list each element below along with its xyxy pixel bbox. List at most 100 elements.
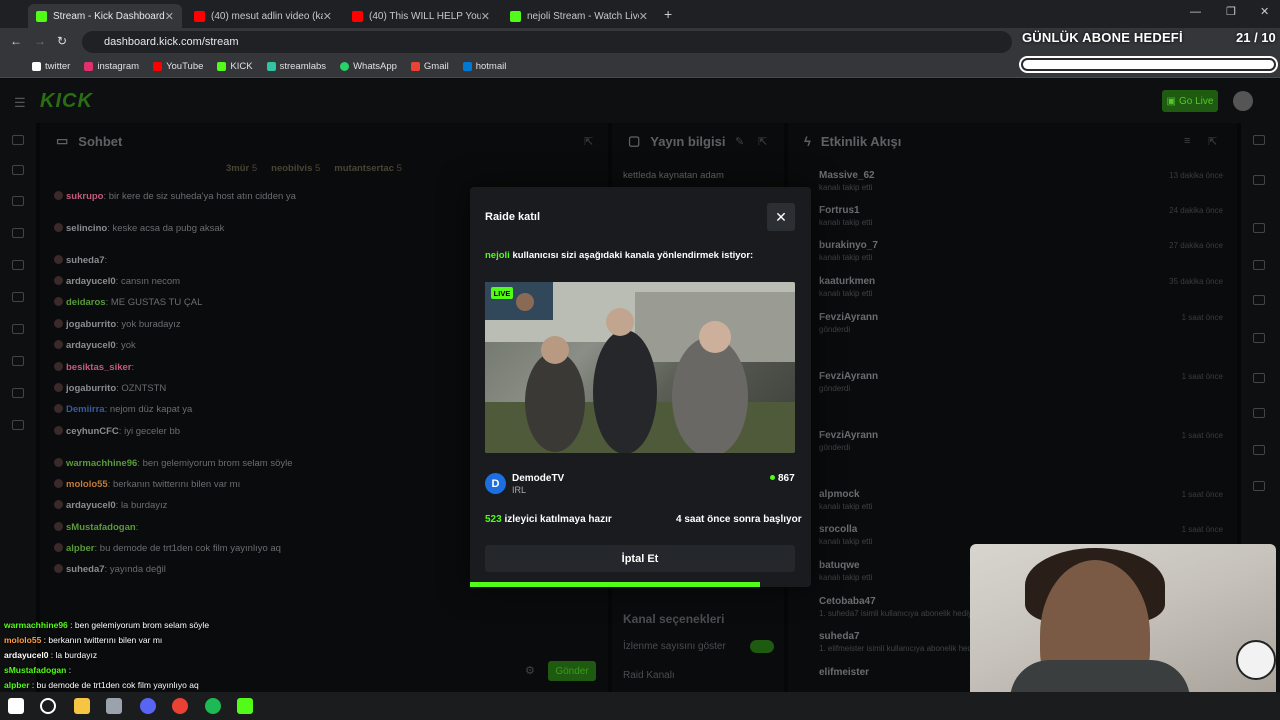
close-tab-icon[interactable]: ✕ <box>481 10 490 23</box>
windows-start-icon[interactable] <box>8 698 24 714</box>
close-tab-icon[interactable]: ✕ <box>165 10 174 23</box>
raid-stream-thumbnail[interactable] <box>485 282 795 453</box>
chat-username[interactable]: besiktas_siker <box>66 362 132 373</box>
menu-icon[interactable]: ☰ <box>14 95 26 111</box>
event-username[interactable]: FevziAyrann <box>819 430 878 441</box>
file-explorer-icon[interactable] <box>74 698 90 714</box>
spotify-icon[interactable] <box>205 698 221 714</box>
tab-title: nejoli Stream - Watch Live on Ki... <box>527 10 639 22</box>
kick-app-icon[interactable] <box>237 698 253 714</box>
event-username[interactable]: suheda7 <box>819 631 860 642</box>
bookmark-twitter[interactable]: twitter <box>32 61 70 72</box>
chat-username[interactable]: ardayucel0 <box>66 340 116 351</box>
new-tab-icon[interactable]: + <box>664 6 672 22</box>
event-username[interactable]: Fortrus1 <box>819 205 860 216</box>
rail-icon[interactable] <box>1253 223 1265 233</box>
send-button[interactable]: Gönder <box>548 661 596 681</box>
popout-icon[interactable]: ⇱ <box>758 135 767 148</box>
restore-icon[interactable]: ❐ <box>1226 5 1236 18</box>
event-username[interactable]: Massive_62 <box>819 170 875 181</box>
close-tab-icon[interactable]: ✕ <box>323 10 332 23</box>
rail-icon[interactable] <box>1253 295 1265 305</box>
rail-icon[interactable] <box>1253 373 1265 383</box>
rail-icon[interactable] <box>12 388 24 398</box>
rail-icon[interactable] <box>12 196 24 206</box>
app-icon[interactable] <box>106 698 122 714</box>
close-tab-icon[interactable]: ✕ <box>639 10 648 23</box>
user-badge-icon <box>54 191 63 200</box>
event-username[interactable]: kaaturkmen <box>819 276 875 287</box>
bookmark-youtube[interactable]: YouTube <box>153 61 203 72</box>
rail-icon[interactable] <box>1253 333 1265 343</box>
rail-icon[interactable] <box>12 356 24 366</box>
minimize-icon[interactable]: — <box>1190 6 1201 18</box>
chat-username[interactable]: alpber <box>66 543 95 554</box>
close-icon[interactable]: ✕ <box>767 203 795 231</box>
rail-icon[interactable] <box>1253 135 1265 145</box>
bookmark-gmail[interactable]: Gmail <box>410 61 449 72</box>
forward-icon[interactable]: → <box>34 34 46 48</box>
popout-icon[interactable]: ⇱ <box>584 135 593 148</box>
tab-youtube-2[interactable]: (40) This WILL HELP You SLEEP... ✕ <box>344 4 498 28</box>
close-window-icon[interactable]: ✕ <box>1260 5 1269 18</box>
channel-name[interactable]: DemodeTV <box>512 473 564 484</box>
event-username[interactable]: srocolla <box>819 524 857 535</box>
settings-gear-icon[interactable]: ⚙ <box>525 664 535 677</box>
event-username[interactable]: alpmock <box>819 489 860 500</box>
bookmark-instagram[interactable]: instagram <box>84 61 139 72</box>
bookmark-streamlabs[interactable]: streamlabs <box>266 61 326 72</box>
tab-kick-nejoli[interactable]: nejoli Stream - Watch Live on Ki... ✕ <box>502 4 656 28</box>
chat-username[interactable]: ardayucel0 <box>66 276 116 287</box>
back-icon[interactable]: ← <box>10 34 22 48</box>
chat-username[interactable]: jogaburrito <box>66 383 116 394</box>
chat-username[interactable]: sukrupo <box>66 191 103 202</box>
filter-icon[interactable]: ≡ <box>1184 135 1190 147</box>
chat-username[interactable]: jogaburrito <box>66 319 116 330</box>
chat-username[interactable]: mololo55 <box>66 479 108 490</box>
bookmark-kick[interactable]: KICK <box>217 61 253 72</box>
popout-icon[interactable]: ⇱ <box>1208 135 1217 148</box>
chat-username[interactable]: warmachhine96 <box>66 458 137 469</box>
rail-icon[interactable] <box>1253 481 1265 491</box>
rail-icon[interactable] <box>1253 408 1265 418</box>
bookmark-whatsapp[interactable]: WhatsApp <box>340 61 397 72</box>
rail-icon[interactable] <box>1253 260 1265 270</box>
tab-kick-dashboard[interactable]: Stream - Kick Dashboard ✕ <box>28 4 182 28</box>
kick-logo[interactable]: KICK <box>40 90 93 113</box>
show-viewers-toggle[interactable] <box>750 640 774 653</box>
event-username[interactable]: elifmeister <box>819 667 869 678</box>
chat-username[interactable]: selincino <box>66 223 107 234</box>
chat-username[interactable]: sMustafadogan <box>66 522 136 533</box>
rail-icon[interactable] <box>12 135 24 145</box>
event-username[interactable]: batuqwe <box>819 560 860 571</box>
edit-icon[interactable]: ✎ <box>735 135 744 148</box>
cancel-button[interactable]: İptal Et <box>485 545 795 572</box>
address-bar-input[interactable]: dashboard.kick.com/stream <box>82 31 1012 53</box>
avatar[interactable] <box>1233 91 1253 111</box>
reload-icon[interactable]: ↻ <box>57 34 67 48</box>
rail-icon[interactable] <box>12 165 24 175</box>
chat-username[interactable]: ceyhunCFC <box>66 426 119 437</box>
rail-icon[interactable] <box>1253 445 1265 455</box>
discord-icon[interactable] <box>140 698 156 714</box>
chat-username[interactable]: Demiirra <box>66 404 105 415</box>
rail-icon[interactable] <box>1253 175 1265 185</box>
search-icon[interactable] <box>40 698 56 714</box>
event-username[interactable]: burakinyo_7 <box>819 240 878 251</box>
rail-icon[interactable] <box>12 260 24 270</box>
go-live-button[interactable]: ▣ Go Live <box>1162 90 1218 112</box>
event-username[interactable]: FevziAyrann <box>819 312 878 323</box>
rail-icon[interactable] <box>12 292 24 302</box>
chrome-icon[interactable] <box>172 698 188 714</box>
chat-username[interactable]: suheda7 <box>66 255 105 266</box>
chat-username[interactable]: ardayucel0 <box>66 500 116 511</box>
bookmark-hotmail[interactable]: hotmail <box>462 61 506 72</box>
event-username[interactable]: FevziAyrann <box>819 371 878 382</box>
chat-username[interactable]: deidaros <box>66 297 106 308</box>
event-username[interactable]: Cetobaba47 <box>819 596 876 607</box>
chat-username[interactable]: suheda7 <box>66 564 105 575</box>
rail-icon[interactable] <box>12 324 24 334</box>
tab-youtube-1[interactable]: (40) mesut adlin video (kaldınla... ✕ <box>186 4 340 28</box>
rail-icon[interactable] <box>12 228 24 238</box>
rail-icon[interactable] <box>12 420 24 430</box>
